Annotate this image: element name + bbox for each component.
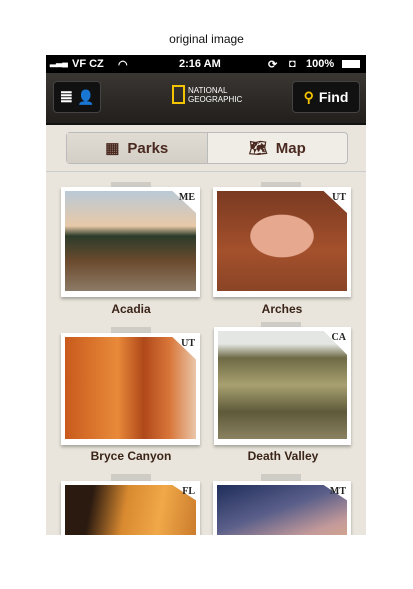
header: ≣ 👤 NATIONAL GEOGRAPHIC ⚲ Find <box>46 73 366 125</box>
park-card-acadia[interactable]: ME <box>61 187 200 297</box>
alarm-icon: ◘ <box>289 58 296 70</box>
user-icon: 👤 <box>76 88 95 105</box>
tab-parks[interactable]: ▦ Parks <box>67 133 208 163</box>
status-bar: ▂▃▄ VF CZ ◠ 2:16 AM ⟳ ◘ 100% <box>46 55 366 73</box>
grid-icon: ▦ <box>105 140 120 157</box>
park-card-fl[interactable]: FL <box>61 481 200 535</box>
clock: 2:16 AM <box>179 58 221 70</box>
park-name[interactable]: Bryce Canyon <box>61 449 201 463</box>
park-card-death-valley[interactable]: CA <box>214 327 351 445</box>
natgeo-logo: NATIONAL GEOGRAPHIC <box>172 85 242 104</box>
park-name[interactable]: Death Valley <box>213 449 353 463</box>
caption: original image <box>169 32 244 46</box>
view-toggle: ▦ Parks 🗺 Map <box>66 132 348 164</box>
tab-map[interactable]: 🗺 Map <box>208 133 348 163</box>
signal-icon: ▂▃▄ <box>50 58 68 67</box>
find-button[interactable]: ⚲ Find <box>292 81 360 113</box>
menu-profile-button[interactable]: ≣ 👤 <box>53 81 101 113</box>
map-icon: 🗺 <box>248 140 268 157</box>
park-name[interactable]: Acadia <box>61 302 201 316</box>
park-card-arches[interactable]: UT <box>213 187 351 297</box>
rotation-lock-icon: ⟳ <box>268 59 278 71</box>
battery-percent: 100% <box>306 58 335 70</box>
carrier: VF CZ <box>72 58 104 70</box>
wifi-icon: ◠ <box>118 59 128 71</box>
park-card-bryce-canyon[interactable]: UT <box>61 333 200 445</box>
battery-icon <box>342 60 360 68</box>
search-icon: ⚲ <box>303 88 314 105</box>
park-name[interactable]: Arches <box>212 302 352 316</box>
park-card-mt[interactable]: MT <box>213 481 351 535</box>
phone-screen: ▂▃▄ VF CZ ◠ 2:16 AM ⟳ ◘ 100% ≣ 👤 NATIONA… <box>46 55 366 535</box>
list-icon: ≣ <box>59 89 73 106</box>
